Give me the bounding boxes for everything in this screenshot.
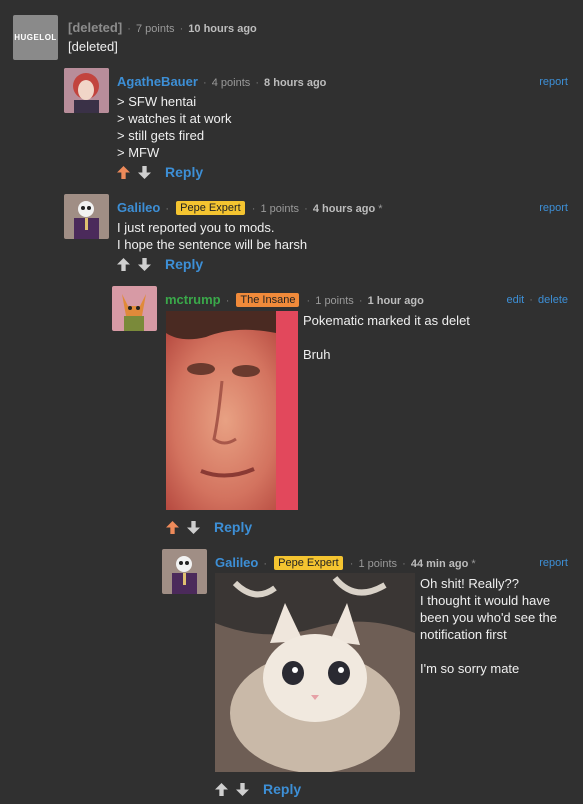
separator: · bbox=[529, 294, 533, 306]
separator: · bbox=[263, 558, 268, 570]
downvote-icon[interactable] bbox=[138, 165, 151, 179]
report-link[interactable]: report bbox=[539, 202, 568, 214]
separator: · bbox=[358, 295, 363, 307]
comment-body: [deleted] bbox=[68, 39, 118, 54]
separator: · bbox=[202, 77, 207, 89]
comment-time: 4 hours ago bbox=[312, 203, 376, 215]
comment-body: Oh shit! Really?? I thought it would hav… bbox=[420, 576, 557, 676]
separator: · bbox=[304, 203, 308, 215]
comment-actions: Reply bbox=[117, 256, 203, 272]
comment-author[interactable]: mctrump bbox=[165, 292, 221, 307]
reply-button[interactable]: Reply bbox=[165, 256, 203, 272]
delete-link[interactable]: delete bbox=[538, 294, 568, 306]
anime-avatar-icon bbox=[64, 68, 109, 113]
separator: · bbox=[179, 23, 184, 35]
comment-body: > SFW hentai > watches it at work > stil… bbox=[117, 94, 232, 160]
comment-body: I just reported you to mods. I hope the … bbox=[117, 220, 308, 252]
avatar-mctrump[interactable] bbox=[112, 286, 157, 331]
separator: · bbox=[306, 295, 311, 307]
user-flair: Pepe Expert bbox=[274, 556, 343, 570]
downvote-icon[interactable] bbox=[236, 782, 249, 796]
downvote-icon[interactable] bbox=[187, 520, 200, 534]
report-link[interactable]: report bbox=[539, 557, 568, 569]
avatar-hugelol: HUGELOL bbox=[13, 15, 58, 60]
upvote-icon[interactable] bbox=[117, 165, 130, 179]
comment-points: 1 points bbox=[260, 203, 300, 215]
reply-button[interactable]: Reply bbox=[214, 519, 252, 535]
avatar-agathebauer[interactable] bbox=[64, 68, 109, 113]
separator: · bbox=[255, 77, 259, 89]
comment-time: 10 hours ago bbox=[188, 23, 257, 35]
reply-button[interactable]: Reply bbox=[263, 781, 301, 797]
comment-actions: Reply bbox=[117, 164, 203, 180]
separator: · bbox=[165, 203, 170, 215]
comment-points: 1 points bbox=[315, 295, 354, 307]
upvote-icon[interactable] bbox=[117, 257, 130, 271]
separator: · bbox=[251, 203, 256, 215]
comment-time: 44 min ago bbox=[410, 558, 469, 570]
edited-marker: * bbox=[378, 203, 383, 215]
reply-button[interactable]: Reply bbox=[165, 164, 203, 180]
comment-author[interactable]: Galileo bbox=[117, 200, 160, 215]
skull-suit-avatar-icon bbox=[64, 194, 109, 239]
avatar-galileo[interactable] bbox=[64, 194, 109, 239]
separator: · bbox=[225, 295, 230, 307]
downvote-icon[interactable] bbox=[138, 257, 151, 271]
edit-link[interactable]: edit bbox=[506, 294, 524, 306]
comment-author[interactable]: AgatheBauer bbox=[117, 74, 198, 89]
upvote-icon[interactable] bbox=[166, 520, 179, 534]
user-flair: Pepe Expert bbox=[176, 201, 245, 215]
edited-marker: * bbox=[471, 558, 476, 570]
skull-suit-avatar-icon bbox=[162, 549, 207, 594]
report-link[interactable]: report bbox=[539, 76, 568, 88]
separator: · bbox=[402, 558, 406, 570]
avatar-text: HUGELOL bbox=[14, 33, 57, 42]
avatar-galileo[interactable] bbox=[162, 549, 207, 594]
separator: · bbox=[127, 23, 131, 35]
comment-points: 1 points bbox=[358, 558, 398, 570]
cartoon-fox-avatar-icon bbox=[112, 286, 157, 331]
comment-time: 8 hours ago bbox=[264, 77, 327, 89]
comment-points: 7 points bbox=[135, 23, 175, 35]
comment-points: 4 points bbox=[211, 77, 251, 89]
comment-author[interactable]: Galileo bbox=[215, 555, 258, 570]
closeup-face-image bbox=[166, 311, 298, 510]
kitten-image bbox=[215, 573, 415, 772]
separator: · bbox=[349, 558, 354, 570]
comment-actions: Reply bbox=[215, 781, 301, 797]
edit-delete-links: edit · delete bbox=[506, 294, 568, 306]
user-flair: The Insane bbox=[236, 293, 300, 307]
comment-actions: Reply bbox=[166, 519, 252, 535]
upvote-icon[interactable] bbox=[215, 782, 228, 796]
comment-time: 1 hour ago bbox=[367, 295, 424, 307]
comment-body: Pokematic marked it as delet Bruh bbox=[303, 313, 470, 362]
face-photo[interactable] bbox=[166, 311, 298, 510]
kitten-photo[interactable] bbox=[215, 573, 415, 772]
comment-author: [deleted] bbox=[68, 20, 123, 35]
